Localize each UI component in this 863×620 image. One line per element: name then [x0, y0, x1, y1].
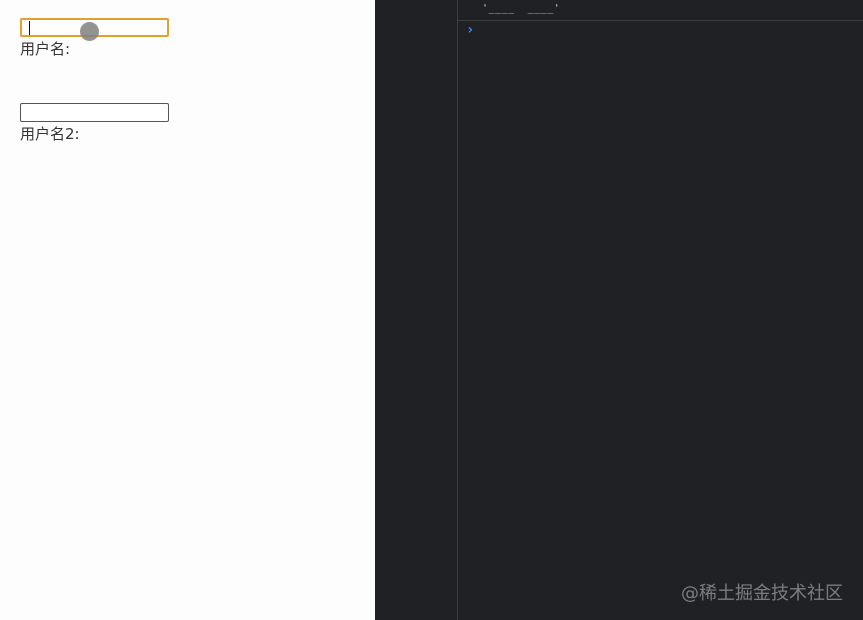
devtools-panel: '____ ____' › @稀土掘金技术社区: [375, 0, 863, 620]
console-area[interactable]: '____ ____' ›: [458, 0, 863, 620]
username2-label: 用户名2:: [20, 125, 80, 143]
username-label: 用户名:: [20, 40, 71, 58]
console-prompt-icon[interactable]: ›: [466, 22, 474, 38]
watermark: @稀土掘金技术社区: [681, 583, 843, 604]
devtools-sidebar: [375, 0, 458, 620]
page-viewport: 用户名: 用户名2:: [0, 0, 375, 620]
console-divider: [458, 20, 863, 21]
username2-input[interactable]: [20, 103, 169, 122]
console-output-line: '____ ____': [482, 3, 561, 14]
touch-pointer-indicator: [80, 22, 99, 41]
screen: 用户名: 用户名2: '____ ____' › @稀土掘金技术社区: [0, 0, 863, 620]
text-caret: [29, 21, 30, 35]
